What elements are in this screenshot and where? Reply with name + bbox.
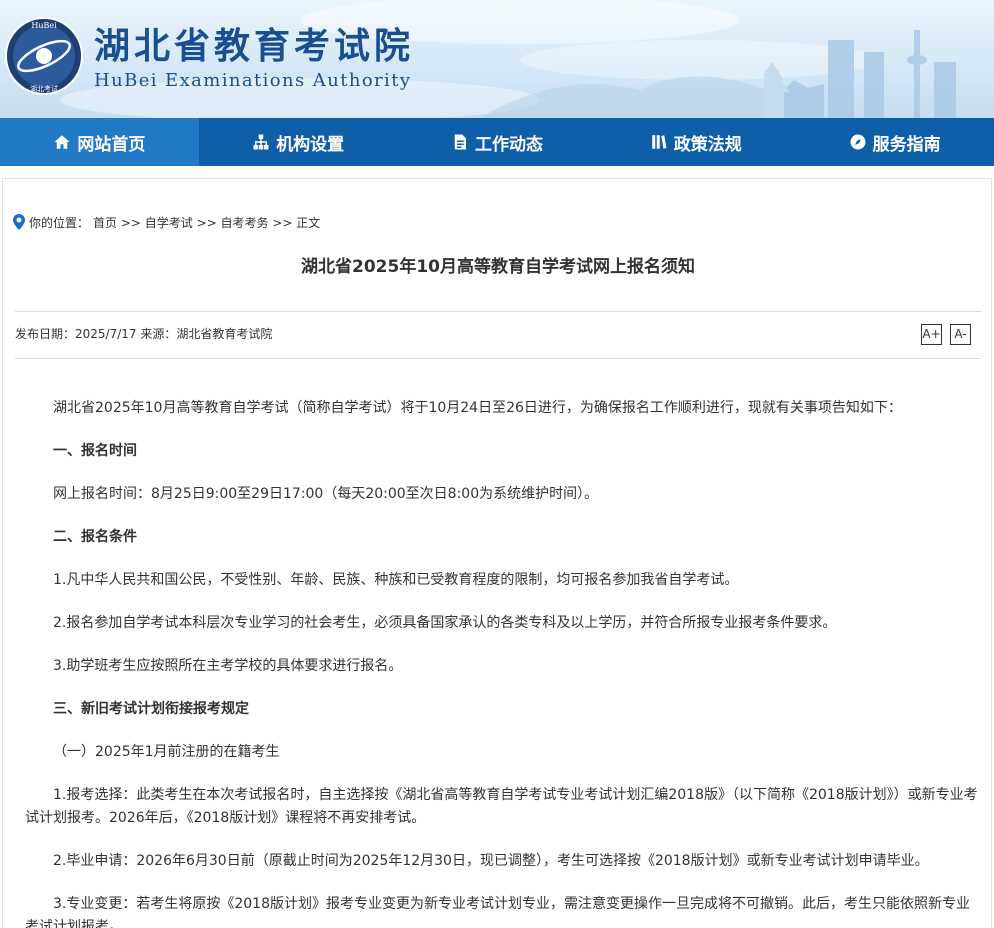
paragraph: 1.凡中华人民共和国公民，不受性别、年龄、民族、种族和已受教育程度的限制，均可报… <box>53 572 739 588</box>
nav-policies[interactable]: 政策法规 <box>596 118 795 166</box>
emblem-top-text: HuBei <box>31 21 57 30</box>
article-body: 湖北省2025年10月高等教育自学考试（简称自学考试）将于10月24日至26日进… <box>25 397 981 928</box>
emblem-bottom-text: 湖北考试 <box>30 84 58 93</box>
org-chart-icon <box>253 134 269 150</box>
nav-organization-label: 机构设置 <box>276 134 345 155</box>
paragraph: 2.毕业申请：2026年6月30日前（原截止时间为2025年12月30日，现已调… <box>53 853 929 869</box>
font-increase-button[interactable]: A+ <box>921 324 942 345</box>
compass-icon <box>850 134 866 150</box>
paragraph: 网上报名时间：8月25日9:00至29日17:00（每天20:00至次日8:00… <box>53 486 599 502</box>
nav-home-label: 网站首页 <box>77 134 146 155</box>
city-skyline-illustration <box>764 30 956 118</box>
location-pin-icon <box>13 214 25 230</box>
main-nav: 网站首页 机构设置 工作动态 政策法规 服务指南 <box>0 118 994 166</box>
font-decrease-button[interactable]: A- <box>950 324 971 345</box>
home-icon <box>54 135 70 149</box>
site-subtitle: HuBei Examinations Authority <box>94 70 412 91</box>
nav-service-guide[interactable]: 服务指南 <box>795 118 994 166</box>
paragraph: 3.专业变更：若考生将原按《2018版计划》报考专业变更为新专业考试计划专业，需… <box>25 896 970 928</box>
nav-work-news-label: 工作动态 <box>474 134 543 155</box>
publish-info: 发布日期：2025/7/17 来源：湖北省教育考试院 <box>15 327 273 341</box>
nav-home[interactable]: 网站首页 <box>0 118 199 166</box>
article-title: 湖北省2025年10月高等教育自学考试网上报名须知 <box>301 257 695 277</box>
breadcrumb-path[interactable]: 首页 >> 自学考试 >> 自考考务 >> 正文 <box>93 214 320 231</box>
paragraph: （一）2025年1月前注册的在籍考生 <box>53 744 280 760</box>
site-title[interactable]: 湖北省教育考试院 <box>94 24 414 68</box>
breadcrumb-prefix: 你的位置： <box>29 215 90 230</box>
font-size-controls: A+ A- <box>921 324 971 345</box>
paragraph: 3.助学班考生应按照所在主考学校的具体要求进行报名。 <box>53 658 403 674</box>
nav-work-news[interactable]: 工作动态 <box>398 118 597 166</box>
article-container: 你的位置： 首页 >> 自学考试 >> 自考考务 >> 正文 湖北省2025年1… <box>2 178 992 928</box>
paragraph: 湖北省2025年10月高等教育自学考试（简称自学考试）将于10月24日至26日进… <box>53 400 902 416</box>
authority-emblem-icon: HuBei 湖北考试 <box>5 17 83 95</box>
breadcrumb: 你的位置： 首页 >> 自学考试 >> 自考考务 >> 正文 <box>13 213 324 231</box>
document-icon <box>454 134 466 150</box>
site-header: HuBei 湖北考试 湖北省教育考试院 HuBei Examinations A… <box>0 0 994 118</box>
nav-organization[interactable]: 机构设置 <box>199 118 398 166</box>
section-heading: 三、新旧考试计划衔接报考规定 <box>53 701 249 717</box>
nav-service-guide-label: 服务指南 <box>872 134 941 155</box>
article-meta-bar: 发布日期：2025/7/17 来源：湖北省教育考试院 A+ A- <box>15 311 981 359</box>
paragraph: 2.报名参加自学考试本科层次专业学习的社会考生，必须具备国家承认的各类专科及以上… <box>53 615 837 631</box>
section-heading: 一、报名时间 <box>53 443 137 459</box>
nav-policies-label: 政策法规 <box>673 134 742 155</box>
section-heading: 二、报名条件 <box>53 529 137 545</box>
paragraph: 1.报考选择：此类考生在本次考试报名时，自主选择按《湖北省高等教育自学考试专业考… <box>25 787 978 826</box>
books-icon <box>652 135 667 149</box>
